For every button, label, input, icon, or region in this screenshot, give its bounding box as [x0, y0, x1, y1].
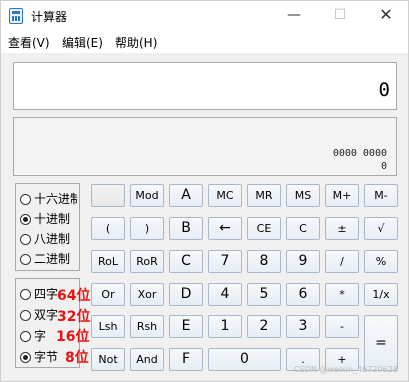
bits-row-2: 0: [380, 161, 387, 172]
annotation-64bit: 64位: [57, 288, 91, 304]
radio-circle-oct: [20, 234, 31, 245]
ms-key[interactable]: MS: [286, 184, 320, 207]
annotation-8bit: 8位: [65, 350, 89, 366]
radio-circle-dword: [20, 310, 31, 321]
maximize-button[interactable]: ☐: [317, 1, 363, 31]
radio-dword-label: 双字: [34, 308, 59, 322]
mr-key[interactable]: MR: [247, 184, 281, 207]
annotation-16bit: 16位: [56, 329, 90, 345]
hex-b-key[interactable]: B: [169, 217, 203, 240]
lsh-key[interactable]: Lsh: [91, 315, 125, 338]
radio-word-label: 字: [34, 329, 47, 343]
radio-bin-label: 二进制: [34, 252, 71, 266]
bit-display: 0000 0000 0: [13, 117, 397, 176]
close-paren-key[interactable]: ): [130, 217, 164, 240]
digit-2-key[interactable]: 2: [247, 315, 281, 338]
title-bar: 计算器 — ☐ ✕: [1, 1, 408, 31]
watermark: CSDN @weixin_46720628: [294, 365, 398, 374]
hex-e-key[interactable]: E: [169, 315, 203, 338]
bits-row-1: 0000 0000: [332, 148, 387, 159]
percent-key[interactable]: %: [364, 250, 398, 273]
digit-6-key[interactable]: 6: [286, 283, 320, 306]
mod-key[interactable]: Mod: [130, 184, 164, 207]
menu-edit[interactable]: 编辑(E): [62, 34, 103, 51]
rol-key[interactable]: RoL: [91, 250, 125, 273]
plus-minus-key[interactable]: ±: [325, 217, 359, 240]
mc-key[interactable]: MC: [208, 184, 242, 207]
digit-1-key[interactable]: 1: [208, 315, 242, 338]
m-minus-key[interactable]: M-: [364, 184, 398, 207]
menu-help[interactable]: 帮助(H): [115, 34, 157, 51]
multiply-key[interactable]: *: [325, 283, 359, 306]
xor-key[interactable]: Xor: [130, 283, 164, 306]
digit-5-key[interactable]: 5: [247, 283, 281, 306]
radio-circle-bin: [20, 254, 31, 265]
number-base-group: 十六进制 十进制 八进制 二进制: [15, 183, 80, 271]
sqrt-key[interactable]: √: [364, 217, 398, 240]
c-clear-key[interactable]: C: [286, 217, 320, 240]
blank-key: [91, 184, 125, 207]
calculator-window: 计算器 — ☐ ✕ 查看(V) 编辑(E) 帮助(H) 0 0000 0000 …: [0, 0, 409, 382]
reciprocal-key[interactable]: 1/x: [364, 283, 398, 306]
digit-4-key[interactable]: 4: [208, 283, 242, 306]
radio-circle-word: [20, 331, 31, 342]
radio-bin[interactable]: 二进制: [20, 250, 78, 268]
hex-a-key[interactable]: A: [169, 184, 203, 207]
radio-qword-label: 四字: [34, 287, 59, 301]
radio-dec[interactable]: 十进制: [20, 210, 78, 228]
hex-c-key[interactable]: C: [169, 250, 203, 273]
radio-dec-label: 十进制: [34, 212, 71, 226]
digit-9-key[interactable]: 9: [286, 250, 320, 273]
ror-key[interactable]: RoR: [130, 250, 164, 273]
digit-8-key[interactable]: 8: [247, 250, 281, 273]
menu-view[interactable]: 查看(V): [8, 34, 50, 51]
minimize-button[interactable]: —: [271, 1, 317, 31]
menu-bar: 查看(V) 编辑(E) 帮助(H): [1, 31, 408, 53]
radio-circle-qword: [20, 289, 31, 300]
divide-key[interactable]: /: [325, 250, 359, 273]
not-key[interactable]: Not: [91, 348, 125, 371]
digit-7-key[interactable]: 7: [208, 250, 242, 273]
display-value: 0: [378, 79, 390, 101]
radio-circle-dec: [20, 214, 31, 225]
radio-circle-hex: [20, 194, 31, 205]
hex-d-key[interactable]: D: [169, 283, 203, 306]
rsh-key[interactable]: Rsh: [130, 315, 164, 338]
radio-oct-label: 八进制: [34, 232, 71, 246]
close-button[interactable]: ✕: [363, 1, 409, 31]
radio-circle-byte: [20, 352, 31, 363]
open-paren-key[interactable]: (: [91, 217, 125, 240]
digit-3-key[interactable]: 3: [286, 315, 320, 338]
window-title: 计算器: [31, 10, 68, 24]
backspace-key[interactable]: ←: [208, 217, 242, 240]
or-key[interactable]: Or: [91, 283, 125, 306]
radio-hex-label: 十六进制: [34, 192, 78, 206]
radio-byte-label: 字节: [34, 350, 59, 364]
calculator-icon: [9, 8, 23, 24]
equals-key[interactable]: =: [364, 315, 398, 371]
subtract-key[interactable]: -: [325, 315, 359, 338]
m-plus-key[interactable]: M+: [325, 184, 359, 207]
radio-hex[interactable]: 十六进制: [20, 190, 78, 208]
digit-0-key[interactable]: 0: [208, 348, 281, 371]
result-display: 0: [13, 62, 397, 110]
annotation-32bit: 32位: [57, 309, 91, 325]
and-key[interactable]: And: [130, 348, 164, 371]
ce-key[interactable]: CE: [247, 217, 281, 240]
hex-f-key[interactable]: F: [169, 348, 203, 371]
radio-oct[interactable]: 八进制: [20, 230, 78, 248]
